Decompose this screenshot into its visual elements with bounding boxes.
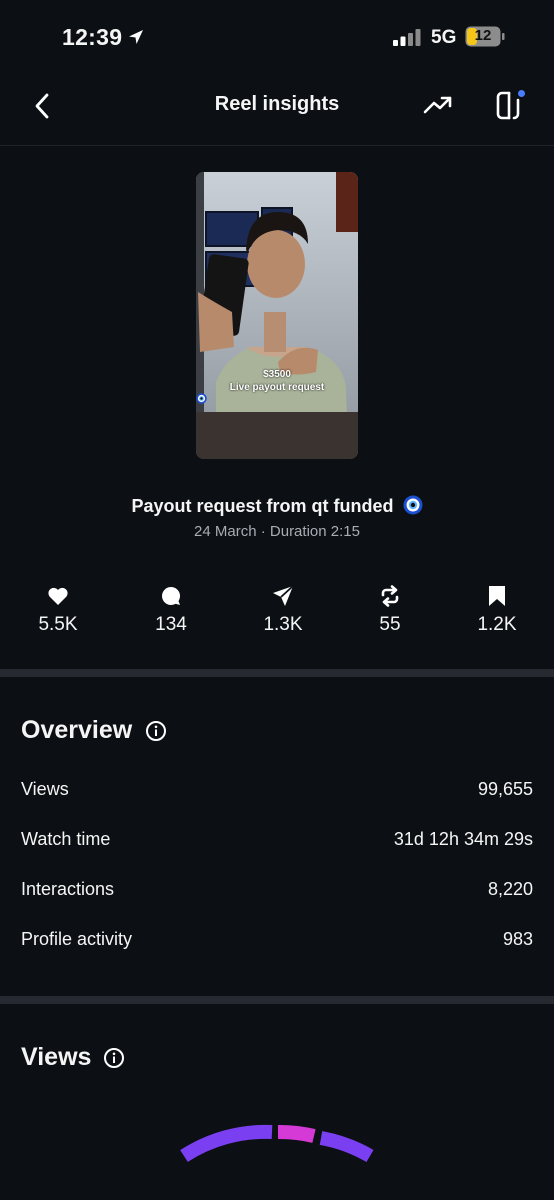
donut-segment-left	[180, 1124, 273, 1162]
row-label: Watch time	[21, 829, 111, 849]
section-divider	[0, 669, 554, 677]
battery-icon: 12	[465, 26, 505, 47]
saves-count: 1.2K	[477, 614, 517, 635]
row-value: 983	[502, 929, 533, 949]
overview-row-interactions[interactable]: Interactions 8,220	[21, 879, 533, 909]
overview-row-profile-activity[interactable]: Profile activity 983	[21, 929, 533, 959]
row-label: Profile activity	[21, 929, 133, 949]
row-value: 31d 12h 34m 29s	[393, 829, 533, 849]
send-icon	[273, 585, 294, 606]
nazar-eye-icon	[196, 393, 207, 404]
shares-count: 1.3K	[263, 614, 303, 635]
views-title: Views	[21, 1043, 92, 1071]
bookmark-icon	[489, 586, 505, 606]
top-nav-bar: Reel insights	[0, 76, 554, 146]
engagement-stats: 5.5K 134 1.3K 55 1.2K	[0, 584, 554, 644]
stat-reposts: 55	[345, 584, 435, 636]
heart-icon	[48, 587, 68, 605]
comments-count: 134	[155, 614, 187, 635]
repost-icon	[381, 585, 399, 607]
comment-icon	[162, 587, 181, 605]
reel-meta: 24 March · Duration 2:15	[194, 523, 360, 540]
overview-row-watch-time[interactable]: Watch time 31d 12h 34m 29s	[21, 829, 533, 859]
reel-title-text: Payout request from qt funded	[131, 496, 394, 516]
trending-up-icon[interactable]	[422, 92, 454, 118]
donut-segment-right	[319, 1131, 374, 1163]
overview-title: Overview	[21, 716, 133, 744]
reel-thumbnail[interactable]: $3500 Live payout request	[196, 172, 358, 459]
signal-icon	[393, 29, 421, 46]
views-donut-chart	[180, 1124, 374, 1163]
row-label: Interactions	[21, 879, 115, 899]
status-time: 12:39	[62, 24, 123, 50]
thumbnail-caption-text: Live payout request	[196, 382, 358, 404]
row-value: 99,655	[477, 779, 533, 799]
section-divider	[0, 996, 554, 1004]
likes-count: 5.5K	[38, 614, 78, 635]
network-type: 5G	[431, 27, 457, 48]
stat-likes: 5.5K	[13, 584, 103, 636]
info-icon[interactable]	[103, 1047, 125, 1069]
row-label: Views	[21, 779, 69, 799]
donut-segment-middle	[277, 1124, 316, 1143]
page-title: Reel insights	[214, 93, 340, 115]
overview-row-views[interactable]: Views 99,655	[21, 779, 533, 809]
info-icon[interactable]	[145, 720, 167, 742]
battery-level: 12	[474, 27, 492, 44]
thumbnail-caption-amount: $3500	[263, 369, 291, 380]
reposts-count: 55	[379, 614, 401, 635]
side-panel-icon[interactable]	[494, 88, 528, 122]
nazar-eye-icon	[403, 495, 423, 515]
row-value: 8,220	[487, 879, 533, 899]
status-bar: 12:39 5G 12	[0, 0, 554, 76]
location-arrow-icon	[129, 30, 143, 44]
stat-comments: 134	[126, 584, 216, 636]
stat-shares: 1.3K	[238, 584, 328, 636]
stat-saves: 1.2K	[452, 584, 542, 636]
reel-title: Payout request from qt funded	[0, 495, 554, 517]
